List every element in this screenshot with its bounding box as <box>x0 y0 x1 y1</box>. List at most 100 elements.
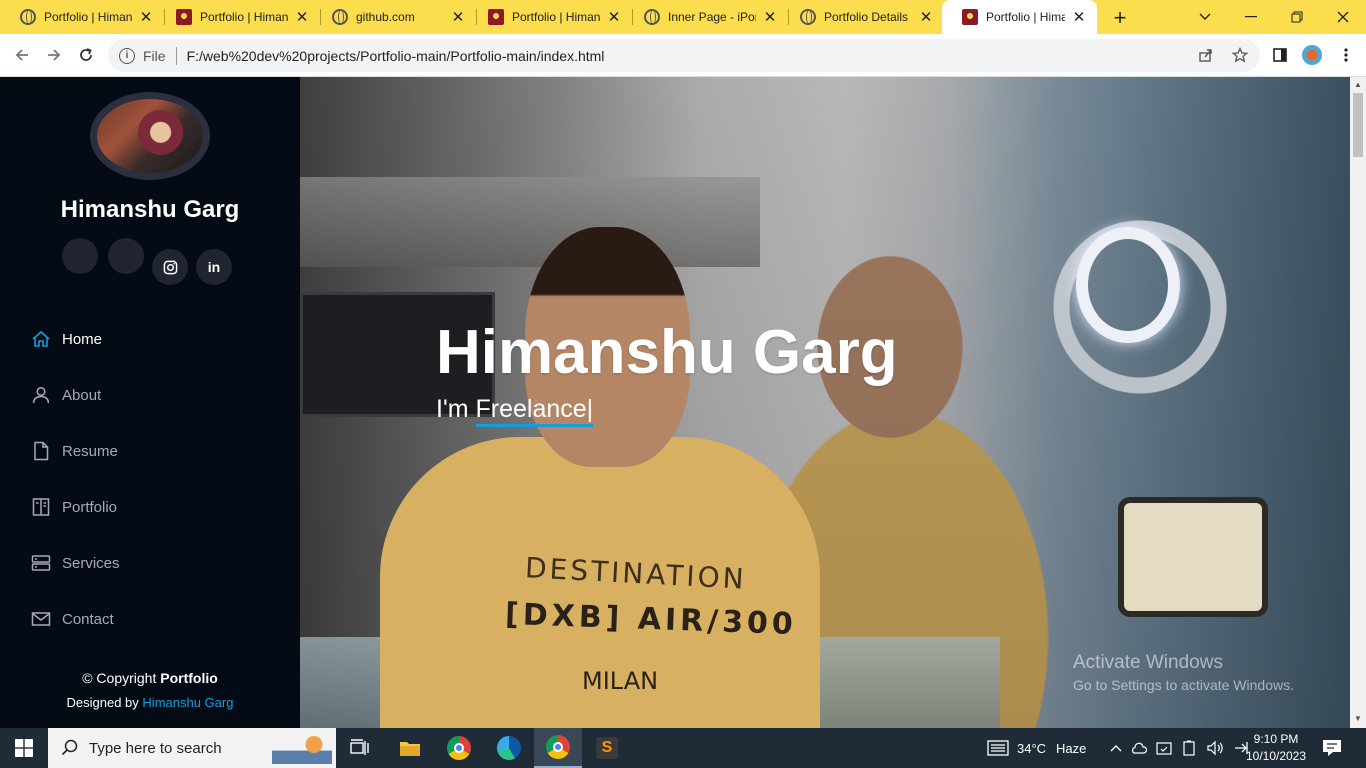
scrollbar-thumb[interactable] <box>1353 93 1363 157</box>
nav-label: Services <box>62 554 120 572</box>
portfolio-icon <box>488 9 504 25</box>
share-icon[interactable] <box>1198 47 1214 63</box>
browser-tab[interactable]: Portfolio | Himanshu ✕ <box>468 0 632 34</box>
close-icon[interactable]: ✕ <box>606 8 622 26</box>
file-explorer-icon <box>400 742 420 756</box>
clock-time: 9:10 PM <box>1253 732 1299 746</box>
scroll-up-icon[interactable]: ▲ <box>1353 80 1363 90</box>
system-tray <box>1110 728 1251 768</box>
nav-label: Portfolio <box>62 498 118 516</box>
task-view-button[interactable] <box>336 728 384 768</box>
divider <box>175 46 177 65</box>
chevron-down-icon <box>1199 13 1211 20</box>
info-icon[interactable]: i <box>119 47 135 64</box>
chrome-icon <box>447 736 471 760</box>
notification-icon <box>1323 740 1341 756</box>
tab-title: Portfolio Details <box>824 10 909 24</box>
page-scrollbar[interactable]: ▲ ▼ <box>1350 77 1366 728</box>
globe-icon <box>800 9 816 25</box>
copyright-brand: Portfolio <box>160 670 218 686</box>
arrow-right-icon <box>48 49 61 61</box>
nav-services[interactable]: Services <box>30 551 120 575</box>
copyright: © Copyright Portfolio <box>0 670 300 686</box>
battery-icon[interactable] <box>1181 740 1197 756</box>
weather-widget[interactable]: 34°C Haze <box>987 728 1086 768</box>
minimize-button[interactable] <box>1228 0 1274 34</box>
activate-windows-watermark: Activate Windows Go to Settings to activ… <box>1073 652 1294 693</box>
tab-title: Portfolio | Himanshu <box>44 10 132 24</box>
close-window-button[interactable] <box>1320 0 1366 34</box>
tab-title: Portfolio | Himanshu <box>512 10 600 24</box>
search-icon <box>61 739 78 756</box>
credits: Designed by Himanshu Garg <box>0 695 300 710</box>
side-panel-button[interactable] <box>1268 43 1292 67</box>
nav-resume[interactable]: Resume <box>30 439 118 463</box>
back-button[interactable] <box>10 43 34 67</box>
envelope-icon <box>30 608 52 630</box>
side-panel-icon <box>1273 48 1287 62</box>
background-radio <box>1118 497 1268 617</box>
taskbar-search[interactable]: Type here to search <box>48 728 336 768</box>
facebook-link[interactable] <box>108 238 144 274</box>
globe-icon <box>644 9 660 25</box>
scroll-down-icon[interactable]: ▼ <box>1353 714 1363 724</box>
browser-tab[interactable]: Portfolio | Himanshu ✕ <box>0 0 164 34</box>
restore-button[interactable] <box>1274 0 1320 34</box>
instagram-icon <box>163 260 177 274</box>
nav-about[interactable]: About <box>30 383 101 407</box>
cloud-icon[interactable] <box>1131 741 1147 755</box>
reload-button[interactable] <box>74 43 98 67</box>
chrome-button[interactable] <box>435 728 483 768</box>
tab-title: Inner Page - iPortfolio <box>668 10 756 24</box>
nav-portfolio[interactable]: Portfolio <box>30 495 117 519</box>
twitter-link[interactable] <box>62 238 98 274</box>
browser-tab[interactable]: Portfolio Details ✕ <box>780 0 944 34</box>
tab-search-button[interactable] <box>1182 0 1228 34</box>
file-explorer-button[interactable] <box>386 728 434 768</box>
instagram-link[interactable] <box>152 249 188 285</box>
close-icon[interactable]: ✕ <box>450 8 466 26</box>
close-icon[interactable]: ✕ <box>1071 8 1087 26</box>
notifications-button[interactable] <box>1322 728 1342 768</box>
forward-button[interactable] <box>42 43 66 67</box>
nav-home[interactable]: Home <box>30 327 102 351</box>
portfolio-icon <box>176 9 192 25</box>
chrome-profile-button[interactable] <box>534 728 582 768</box>
nav-contact[interactable]: Contact <box>30 607 114 631</box>
taskbar-clock[interactable]: 9:10 PM 10/10/2023 <box>1245 731 1307 765</box>
browser-tab[interactable]: github.com ✕ <box>312 0 476 34</box>
weather-label: Haze <box>1056 740 1087 756</box>
url-text[interactable]: F:/web%20dev%20projects/Portfolio-main/P… <box>187 48 605 64</box>
browser-tab[interactable]: Portfolio | Himanshu ✕ <box>156 0 320 34</box>
sidebar-name[interactable]: Himanshu Garg <box>0 196 300 224</box>
weather-temp: 34°C <box>1017 740 1047 756</box>
profile-button[interactable] <box>1300 43 1324 67</box>
close-icon[interactable]: ✕ <box>138 8 154 26</box>
browser-tab-active[interactable]: Portfolio | Himanshu ✕ <box>942 0 1097 34</box>
edge-button[interactable] <box>485 728 533 768</box>
author-link[interactable]: Himanshu Garg <box>142 695 233 710</box>
linkedin-link[interactable]: in <box>196 249 232 285</box>
volume-icon[interactable] <box>1206 740 1224 756</box>
chevron-up-icon[interactable] <box>1110 744 1122 752</box>
file-scheme-label: File <box>143 47 166 64</box>
browser-toolbar: i File F:/web%20dev%20projects/Portfolio… <box>0 34 1366 77</box>
close-icon[interactable]: ✕ <box>762 8 778 26</box>
sublime-text-button[interactable]: S <box>583 728 631 768</box>
globe-icon <box>332 9 348 25</box>
new-tab-button[interactable]: + <box>1108 5 1132 31</box>
credits-prefix: Designed by <box>66 695 139 710</box>
close-icon[interactable]: ✕ <box>918 8 934 26</box>
star-icon[interactable] <box>1232 47 1248 63</box>
start-button[interactable] <box>0 728 48 768</box>
action-icon[interactable] <box>1156 740 1172 756</box>
menu-button[interactable] <box>1334 43 1358 67</box>
profile-photo <box>90 92 210 180</box>
browser-tab-strip: Portfolio | Himanshu ✕ Portfolio | Himan… <box>0 0 1366 34</box>
close-icon[interactable]: ✕ <box>294 8 310 26</box>
watermark-subtitle: Go to Settings to activate Windows. <box>1073 677 1294 693</box>
file-icon <box>30 440 52 462</box>
browser-tab[interactable]: Inner Page - iPortfolio ✕ <box>624 0 788 34</box>
search-placeholder: Type here to search <box>89 739 222 757</box>
address-bar[interactable]: i File F:/web%20dev%20projects/Portfolio… <box>108 39 1260 72</box>
